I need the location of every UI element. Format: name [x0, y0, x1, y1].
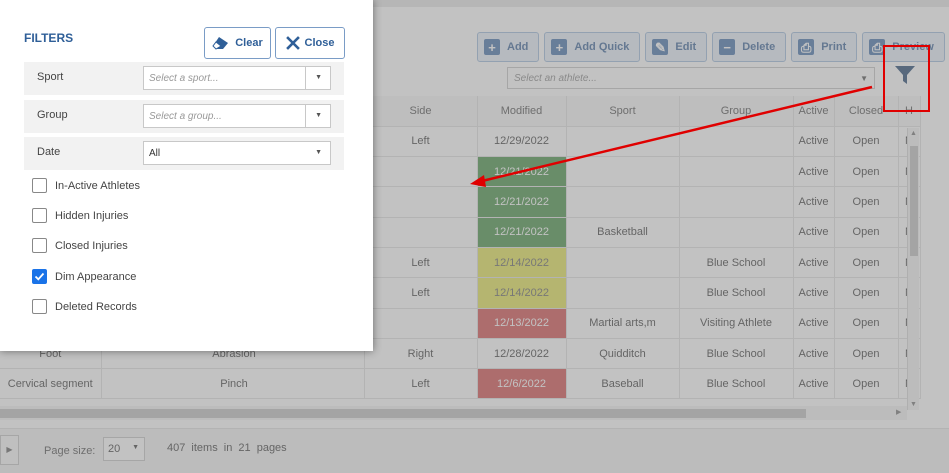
- sport-select[interactable]: Select a sport... ▼: [143, 66, 331, 90]
- checkbox-label: Closed Injuries: [55, 239, 128, 252]
- eraser-icon: [212, 37, 229, 50]
- group-select[interactable]: Select a group... ▼: [143, 104, 331, 128]
- checkbox-row[interactable]: Hidden Injuries: [32, 208, 128, 223]
- chevron-down-icon: ▼: [315, 74, 322, 81]
- group-label: Group: [37, 109, 68, 121]
- checkbox-label: Dim Appearance: [55, 270, 137, 283]
- checkbox-row[interactable]: Deleted Records: [32, 299, 137, 314]
- highlight-box: [883, 45, 930, 112]
- group-placeholder: Select a group...: [149, 111, 222, 122]
- chevron-down-icon: ▼: [315, 112, 322, 119]
- checkbox-row[interactable]: In-Active Athletes: [32, 178, 140, 193]
- checkbox[interactable]: [32, 238, 47, 253]
- checkbox-row[interactable]: Dim Appearance: [32, 269, 136, 284]
- checkbox[interactable]: [32, 208, 47, 223]
- checkbox-label: Hidden Injuries: [55, 209, 129, 222]
- select-divider: [305, 105, 306, 127]
- close-icon: [285, 36, 300, 50]
- close-label: Close: [304, 37, 335, 49]
- date-filter-row: Date All ▼: [24, 137, 344, 170]
- sport-filter-row: Sport Select a sport... ▼: [24, 62, 344, 95]
- select-divider: [305, 67, 306, 89]
- checkmark-icon: [34, 272, 45, 281]
- date-value: All: [149, 148, 161, 159]
- checkbox[interactable]: [32, 178, 47, 193]
- checkbox-label: In-Active Athletes: [55, 179, 140, 192]
- sport-label: Sport: [37, 71, 64, 83]
- clear-button[interactable]: Clear: [204, 27, 271, 59]
- checkbox-row[interactable]: Closed Injuries: [32, 238, 128, 253]
- dialog-title: FILTERS: [24, 31, 74, 45]
- checkbox-label: Deleted Records: [55, 300, 137, 313]
- checkbox[interactable]: [32, 269, 47, 284]
- close-button[interactable]: Close: [275, 27, 345, 59]
- clear-label: Clear: [235, 37, 263, 49]
- checkbox[interactable]: [32, 299, 47, 314]
- chevron-down-icon: ▼: [315, 149, 322, 156]
- filters-dialog: FILTERS Clear Close Sport Select a sport…: [0, 0, 373, 351]
- group-filter-row: Group Select a group... ▼: [24, 100, 344, 133]
- sport-placeholder: Select a sport...: [149, 73, 219, 84]
- date-label: Date: [37, 146, 61, 158]
- date-select[interactable]: All ▼: [143, 141, 331, 165]
